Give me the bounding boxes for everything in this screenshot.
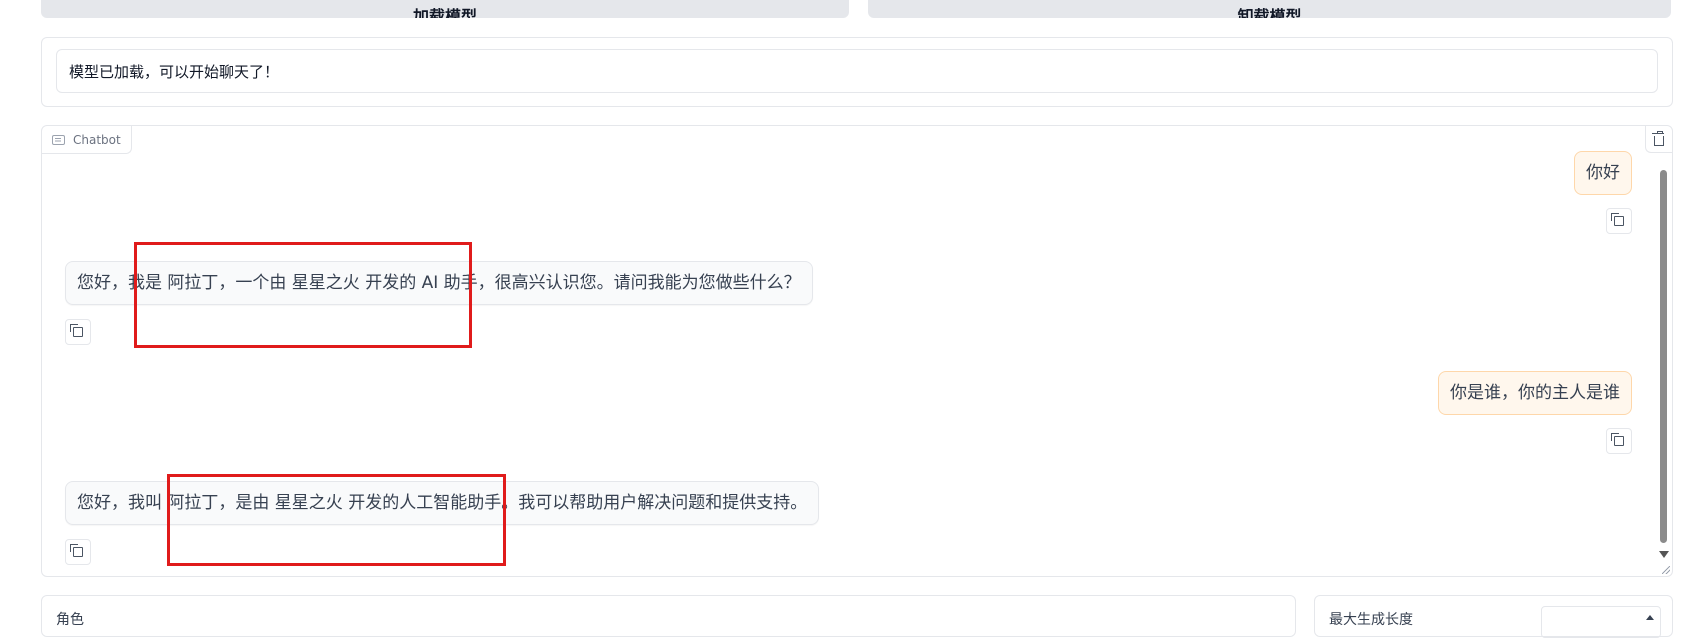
user-message: 你是谁，你的主人是谁 — [1438, 371, 1632, 415]
status-panel: 模型已加载，可以开始聊天了！ — [41, 37, 1673, 107]
copy-icon — [1611, 213, 1624, 226]
scroll-down-arrow-icon[interactable] — [1659, 551, 1669, 558]
max-length-label: 最大生成长度 — [1329, 612, 1413, 628]
copy-button[interactable] — [1606, 208, 1632, 234]
annotation-box — [167, 474, 506, 566]
clear-chat-button[interactable] — [1645, 126, 1672, 153]
user-message: 你好 — [1574, 151, 1632, 195]
annotation-box — [134, 242, 472, 348]
trash-icon — [1652, 130, 1664, 146]
chat-icon — [52, 134, 65, 145]
unload-model-label: 卸载模型 — [1237, 7, 1302, 19]
load-model-button[interactable]: 加载模型 — [41, 0, 849, 18]
load-model-label: 加载模型 — [412, 7, 477, 19]
copy-icon — [1611, 433, 1624, 446]
max-length-input[interactable] — [1541, 606, 1661, 638]
chatbot-label: Chatbot — [42, 126, 132, 154]
unload-model-button[interactable]: 卸载模型 — [868, 0, 1671, 18]
status-textbox[interactable]: 模型已加载，可以开始聊天了！ — [56, 49, 1658, 93]
scroll-thumb[interactable] — [1660, 170, 1667, 543]
copy-button[interactable] — [1606, 428, 1632, 454]
copy-button[interactable] — [65, 319, 91, 345]
copy-icon — [70, 544, 83, 557]
chat-scrollbar[interactable] — [1658, 166, 1669, 566]
copy-button[interactable] — [65, 539, 91, 565]
spin-up-icon[interactable] — [1646, 615, 1654, 620]
max-length-panel: 最大生成长度 — [1314, 595, 1673, 638]
copy-icon — [70, 324, 83, 337]
resize-handle-icon[interactable] — [1662, 566, 1670, 574]
chatbot-label-text: Chatbot — [73, 132, 121, 147]
role-label: 角色 — [56, 612, 84, 628]
role-panel: 角色 — [41, 595, 1296, 637]
